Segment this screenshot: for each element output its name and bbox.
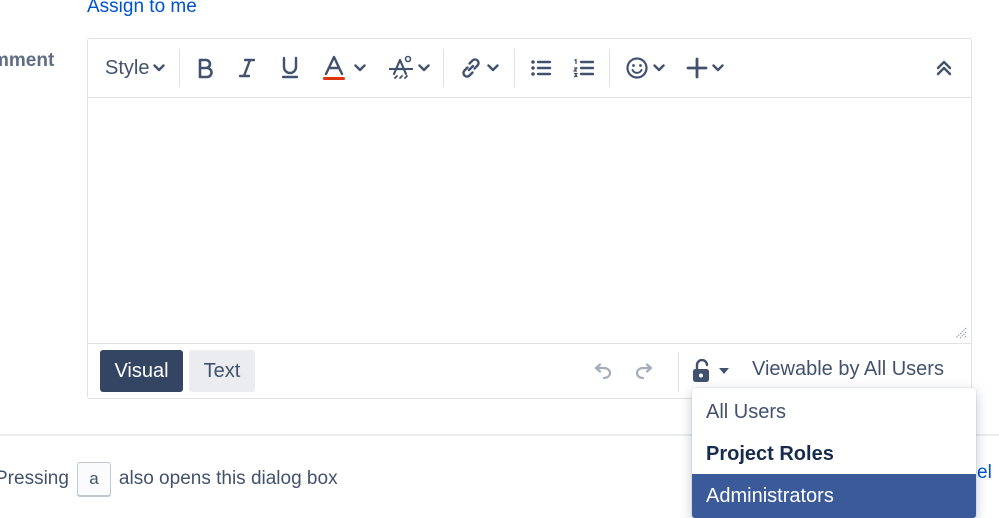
editor-toolbar: Style bbox=[88, 39, 971, 98]
toolbar-separator bbox=[609, 49, 610, 87]
footer-separator bbox=[678, 352, 679, 392]
undo-icon[interactable] bbox=[591, 363, 613, 379]
numbered-list-icon bbox=[573, 58, 595, 78]
chevron-down-icon bbox=[354, 64, 366, 72]
assign-to-me-link[interactable]: Assign to me bbox=[87, 0, 197, 18]
chevron-down-icon bbox=[153, 64, 166, 72]
keyboard-key: a bbox=[76, 462, 111, 496]
toolbar-separator bbox=[514, 49, 515, 87]
keyboard-hint: Pressing a also opens this dialog box bbox=[0, 462, 338, 496]
italic-icon bbox=[238, 58, 256, 78]
collapse-toolbar-icon bbox=[936, 60, 952, 76]
bold-icon bbox=[198, 58, 213, 79]
visual-mode-button[interactable]: Visual bbox=[100, 350, 183, 392]
style-label: Style bbox=[105, 56, 150, 79]
visibility-menu: All Users Project Roles Administrators bbox=[692, 388, 976, 518]
toolbar-separator bbox=[443, 49, 444, 87]
italic-button[interactable] bbox=[236, 39, 258, 97]
resize-handle-icon[interactable] bbox=[955, 327, 967, 339]
comment-field-label: mment bbox=[0, 50, 55, 71]
link-button[interactable] bbox=[459, 39, 499, 97]
comment-text-area[interactable] bbox=[88, 97, 971, 343]
visibility-label: Viewable by All Users bbox=[752, 358, 944, 380]
chevron-down-icon bbox=[712, 64, 724, 72]
menu-item-all-users[interactable]: All Users bbox=[692, 390, 976, 434]
bullet-list-button[interactable] bbox=[530, 39, 552, 97]
text-color-button[interactable] bbox=[322, 39, 366, 97]
emoji-icon bbox=[626, 57, 648, 79]
hint-text-before: Pressing bbox=[0, 468, 69, 489]
unlock-icon bbox=[693, 359, 709, 382]
clear-format-icon bbox=[389, 55, 413, 79]
insert-more-button[interactable] bbox=[686, 39, 724, 97]
menu-group-heading: Project Roles bbox=[706, 442, 834, 465]
numbered-list-button[interactable] bbox=[573, 39, 595, 97]
toolbar-separator bbox=[179, 49, 180, 87]
clear-format-button[interactable] bbox=[388, 39, 430, 97]
visibility-dropdown[interactable] bbox=[692, 359, 730, 383]
collapse-toolbar-button[interactable] bbox=[936, 39, 952, 97]
caret-down-icon bbox=[719, 368, 729, 374]
comment-editor: Style Visual Text Viewable by All Users bbox=[87, 38, 972, 399]
chevron-down-icon bbox=[418, 64, 430, 72]
text-mode-button[interactable]: Text bbox=[189, 350, 255, 392]
link-icon bbox=[462, 58, 480, 78]
style-dropdown[interactable]: Style bbox=[105, 39, 166, 97]
chevron-down-icon bbox=[653, 64, 665, 72]
insert-more-icon bbox=[686, 57, 708, 79]
emoji-button[interactable] bbox=[625, 39, 665, 97]
bullet-list-icon bbox=[531, 60, 552, 76]
cancel-link[interactable]: el bbox=[977, 462, 992, 484]
underline-button[interactable] bbox=[279, 39, 301, 97]
hint-text-after: also opens this dialog box bbox=[118, 468, 338, 489]
text-color-icon bbox=[323, 55, 345, 80]
bold-button[interactable] bbox=[194, 39, 216, 97]
menu-item-administrators[interactable]: Administrators bbox=[692, 474, 976, 518]
chevron-down-icon bbox=[487, 64, 499, 72]
underline-icon bbox=[281, 56, 299, 79]
redo-icon[interactable] bbox=[634, 363, 656, 379]
